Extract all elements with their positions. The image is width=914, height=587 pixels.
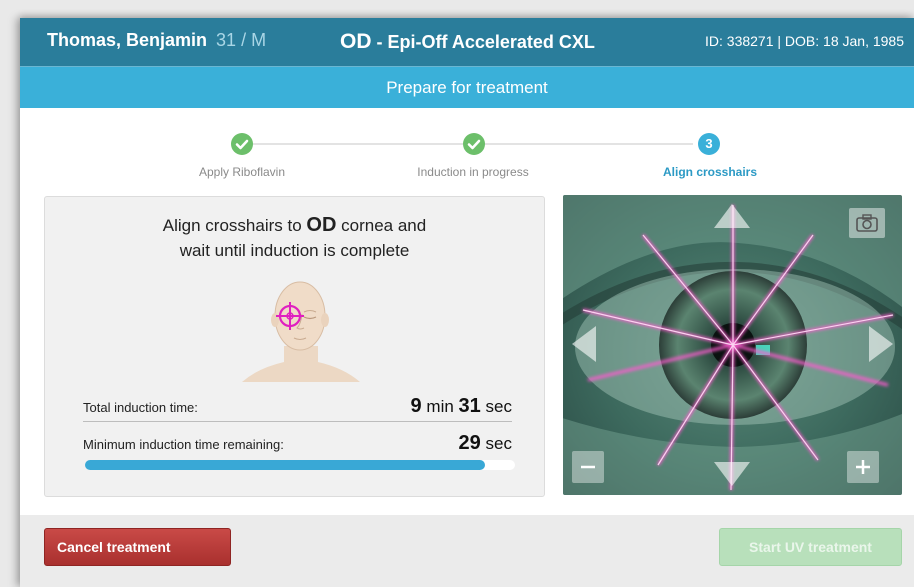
step-2-label: Induction in progress	[417, 165, 529, 179]
action-bar: Cancel treatment Start UV treatment	[20, 515, 914, 587]
seconds-unit: sec	[485, 397, 512, 416]
page-title: Prepare for treatment	[20, 67, 914, 108]
step-connector	[252, 143, 463, 145]
procedure-title: OD - Epi-Off Accelerated CXL	[340, 30, 595, 54]
camera-icon[interactable]	[849, 208, 885, 238]
arrow-down-icon[interactable]	[712, 460, 752, 488]
face-diagram-icon	[242, 281, 360, 382]
eye-label: OD	[340, 30, 372, 53]
arrow-up-icon[interactable]	[712, 202, 752, 230]
instruction-panel: Align crosshairs to OD cornea and wait u…	[44, 196, 545, 497]
patient-id-dob: ID: 338271 | DOB: 18 Jan, 1985	[705, 33, 904, 49]
instruction-text: Align crosshairs to OD cornea and wait u…	[45, 213, 544, 263]
progress-stepper: Apply Riboflavin Induction in progress 3…	[20, 108, 914, 194]
cancel-treatment-button[interactable]: Cancel treatment	[44, 528, 231, 566]
remaining-induction-row: Minimum induction time remaining: 29 sec	[83, 426, 512, 458]
step-3-number: 3	[698, 133, 720, 155]
total-induction-row: Total induction time: 9 min 31 sec	[83, 383, 512, 422]
step-connector	[485, 143, 693, 145]
patient-info: Thomas, Benjamin 31 / M	[47, 30, 266, 51]
remaining-unit: sec	[485, 434, 512, 453]
step-1-label: Apply Riboflavin	[198, 165, 286, 179]
step-1-check-icon	[231, 133, 253, 155]
instruction-line1-post: cornea and	[336, 216, 427, 235]
remaining-seconds: 29	[458, 432, 481, 454]
step-3-label: Align crosshairs	[662, 165, 758, 179]
progress-fill	[85, 460, 485, 470]
arrow-left-icon[interactable]	[570, 324, 598, 364]
start-uv-treatment-button[interactable]: Start UV treatment	[719, 528, 902, 566]
patient-name: Thomas, Benjamin	[47, 30, 208, 50]
remaining-induction-value: 29 sec	[459, 432, 512, 455]
eye-camera-image	[563, 195, 902, 495]
arrow-right-icon[interactable]	[867, 324, 895, 364]
total-induction-label: Total induction time:	[83, 400, 198, 415]
instruction-line2: wait until induction is complete	[179, 241, 410, 260]
patient-age-sex: 31 / M	[216, 30, 267, 50]
eye-camera-view[interactable]	[563, 195, 902, 495]
instruction-line1-pre: Align crosshairs to	[162, 216, 307, 235]
minutes-unit: min	[426, 397, 454, 416]
zoom-out-icon[interactable]	[572, 451, 604, 483]
zoom-in-icon[interactable]	[847, 451, 879, 483]
patient-header: Thomas, Benjamin 31 / M OD - Epi-Off Acc…	[20, 18, 914, 67]
total-induction-value: 9 min 31 sec	[411, 395, 512, 418]
total-seconds: 31	[458, 395, 481, 417]
total-minutes: 9	[410, 395, 422, 417]
remaining-induction-label: Minimum induction time remaining:	[83, 437, 284, 452]
induction-progress-bar	[85, 460, 515, 470]
treatment-window: Thomas, Benjamin 31 / M OD - Epi-Off Acc…	[20, 18, 914, 587]
instruction-eye: OD	[306, 214, 337, 236]
procedure-name: - Epi-Off Accelerated CXL	[371, 32, 595, 52]
step-2-check-icon	[463, 133, 485, 155]
